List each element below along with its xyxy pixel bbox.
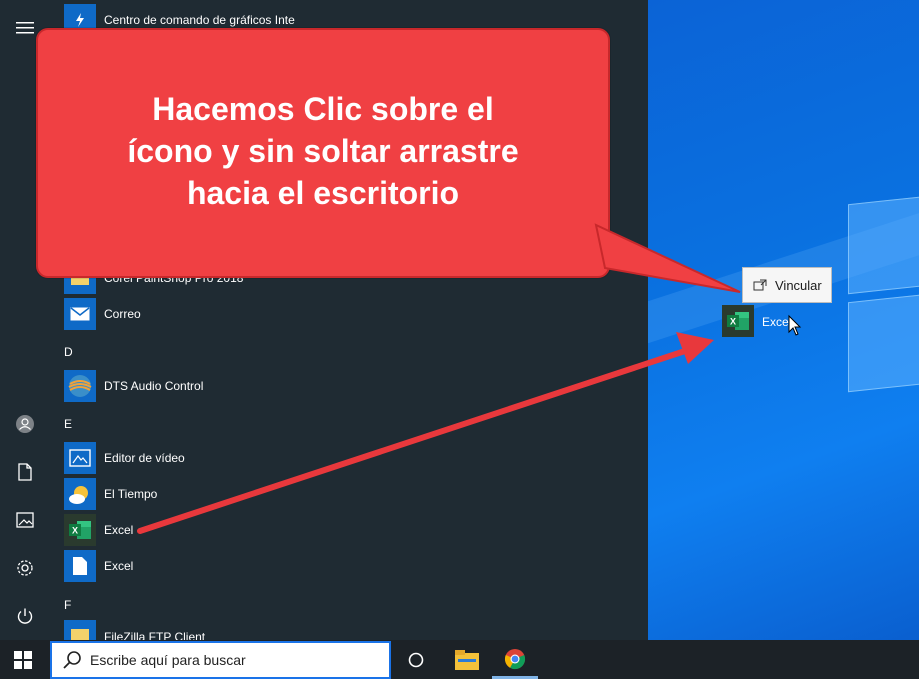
app-filezilla[interactable]: FileZilla FTP Client ⌄ xyxy=(64,620,205,640)
weather-sun-cloud-icon xyxy=(64,478,96,510)
app-label: DTS Audio Control xyxy=(104,379,204,393)
callout-line: hacia el escritorio xyxy=(186,175,460,211)
callout-line: ícono y sin soltar arrastre xyxy=(127,133,519,169)
file-explorer-icon[interactable] xyxy=(455,650,479,675)
callout-text: Hacemos Clic sobre el ícono y sin soltar… xyxy=(36,88,610,214)
documents-icon[interactable] xyxy=(13,460,37,484)
app-excel[interactable]: X Excel xyxy=(64,514,133,546)
excel-icon: X xyxy=(64,514,96,546)
section-letter-f[interactable]: F xyxy=(64,598,71,612)
tooltip-label: Vincular xyxy=(775,277,822,293)
task-view-icon[interactable] xyxy=(408,652,424,673)
dts-audio-icon xyxy=(64,370,96,402)
svg-text:X: X xyxy=(72,526,78,536)
callout-line: Hacemos Clic sobre el xyxy=(152,91,494,127)
hamburger-menu-icon[interactable] xyxy=(13,16,37,40)
taskbar: Escribe aquí para buscar xyxy=(0,640,919,679)
app-label: El Tiempo xyxy=(104,487,158,501)
app-label: Excel xyxy=(104,523,134,537)
app-label: Excel xyxy=(104,559,134,573)
user-avatar-icon[interactable] xyxy=(13,412,37,436)
power-icon[interactable] xyxy=(13,604,37,628)
filezilla-folder-icon xyxy=(64,620,96,640)
document-file-icon xyxy=(64,550,96,582)
app-correo[interactable]: Correo xyxy=(64,298,141,330)
app-el-tiempo[interactable]: El Tiempo xyxy=(64,478,157,510)
link-tooltip: Vincular xyxy=(742,267,832,303)
app-label: FileZilla FTP Client xyxy=(104,630,206,640)
app-excel-shortcut[interactable]: Excel xyxy=(64,550,133,582)
app-label: Editor de vídeo xyxy=(104,451,185,465)
app-label: Centro de comando de gráficos Inte xyxy=(104,13,295,27)
settings-gear-icon[interactable] xyxy=(13,556,37,580)
pictures-icon[interactable] xyxy=(13,508,37,532)
dragged-excel-icon[interactable]: X xyxy=(722,305,754,337)
app-editor-video[interactable]: Editor de vídeo xyxy=(64,442,185,474)
dragged-excel-label: Excel xyxy=(762,315,792,329)
windows-start-icon[interactable] xyxy=(14,651,32,674)
chrome-icon[interactable] xyxy=(504,648,526,675)
video-editor-icon xyxy=(64,442,96,474)
link-shortcut-icon xyxy=(753,279,767,291)
search-placeholder: Escribe aquí para buscar xyxy=(90,652,246,668)
windows-logo-pane xyxy=(848,293,919,393)
mail-icon xyxy=(64,298,96,330)
svg-text:X: X xyxy=(730,317,736,327)
section-letter-e[interactable]: E xyxy=(64,417,72,431)
app-dts-audio[interactable]: DTS Audio Control xyxy=(64,370,203,402)
app-label: Correo xyxy=(104,307,141,321)
search-icon xyxy=(63,651,81,669)
taskbar-search-box[interactable]: Escribe aquí para buscar xyxy=(50,641,391,679)
windows-logo-pane xyxy=(848,195,919,295)
section-letter-d[interactable]: D xyxy=(64,345,73,359)
